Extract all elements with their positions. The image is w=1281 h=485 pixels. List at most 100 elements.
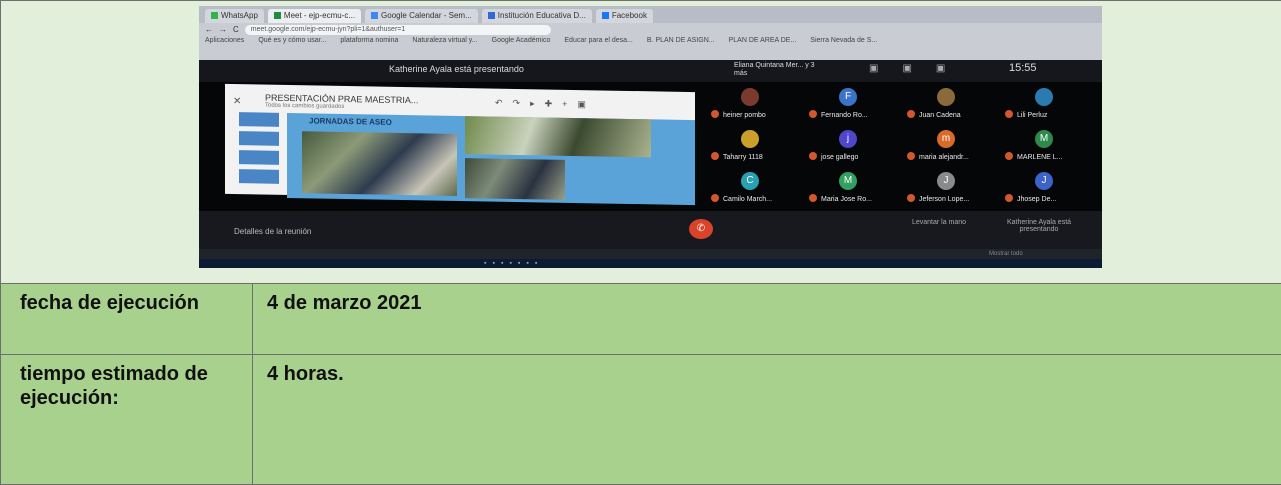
others-text: Eliana Quintana Mer... y 3 más: [734, 62, 824, 78]
bookmark: Qué es y cómo usar...: [258, 36, 326, 46]
bookmark: Educar para el desa...: [564, 36, 633, 46]
browser-tab-active: Meet - ejp-ecmu-c...: [268, 9, 361, 23]
bookmark: Google Académico: [492, 36, 551, 46]
slide-photo: [465, 158, 565, 200]
participant-tile: JJeferson Lope...: [907, 170, 1005, 210]
participant-name: Juan Cadena: [919, 112, 961, 119]
avatar: m: [937, 130, 955, 148]
bookmarks-bar: Aplicaciones Qué es y cómo usar... plata…: [199, 36, 1102, 46]
calendar-icon: [371, 12, 378, 19]
current-slide: JORNADAS DE ASEO: [287, 113, 695, 205]
slide-thumbnail: [239, 131, 279, 146]
mic-off-icon: [907, 194, 915, 202]
participant-name: maria alejandr...: [919, 154, 969, 161]
mic-off-icon: [907, 110, 915, 118]
participant-tile: heiner pombo: [711, 86, 809, 126]
meet-controls-bar: Detalles de la reunión ✆ Levantar la man…: [199, 211, 1102, 249]
participant-tile: J Jhosep De...: [1005, 170, 1102, 210]
avatar: M: [1035, 130, 1053, 148]
mic-off-icon: [1005, 194, 1013, 202]
url-box: meet.google.com/ejp-ecmu-jyn?pli=1&authu…: [245, 25, 551, 35]
participant-name: Jhosep De...: [1017, 196, 1056, 203]
facebook-icon: [602, 12, 609, 19]
slide-thumbnails: [239, 112, 283, 189]
mic-off-icon: [809, 152, 817, 160]
avatar: j: [839, 130, 857, 148]
close-icon: ✕: [233, 96, 241, 107]
mic-off-icon: [809, 110, 817, 118]
taskbar-app-icons: ▪▪▪▪▪▪▪: [484, 260, 543, 267]
back-arrow-icon: ←: [205, 25, 213, 34]
photo-cell: WhatsApp Meet - ejp-ecmu-c... Google Cal…: [1, 1, 1281, 284]
show-all-label: Mostrar todo: [989, 249, 1023, 259]
avatar: [741, 130, 759, 148]
document-table: WhatsApp Meet - ejp-ecmu-c... Google Cal…: [0, 0, 1281, 485]
mic-off-icon: [907, 152, 915, 160]
participant-tile: M MARLENE L...: [1005, 128, 1102, 168]
presentation-tools: ↶↷▸✚+▣: [495, 98, 596, 111]
participant-tile: M Maria Jose Ro...: [809, 170, 907, 210]
slide-title: JORNADAS DE ASEO: [309, 116, 392, 126]
presenting-label: Katherine Ayala está presentando: [999, 219, 1079, 233]
participant-name: Camilo March...: [723, 196, 772, 203]
avatar: J: [1035, 172, 1053, 190]
bookmark: plataforma nomina: [340, 36, 398, 46]
slide-photo: [465, 116, 651, 157]
participant-tile: m maria alejandr...: [907, 128, 1005, 168]
row-value-tiempo: 4 horas.: [253, 355, 1281, 485]
raise-hand-label: Levantar la mano: [904, 219, 974, 226]
avatar: [1035, 88, 1053, 106]
browser-tab: WhatsApp: [205, 9, 264, 23]
avatar: M: [839, 172, 857, 190]
participant-tile: Lili Perluz: [1005, 86, 1102, 126]
windows-taskbar: ▪▪▪▪▪▪▪: [199, 259, 1102, 268]
school-icon: [488, 12, 495, 19]
participant-tile: j jose gallego: [809, 128, 907, 168]
bookmark: Aplicaciones: [205, 36, 244, 46]
address-bar-row: ← → C meet.google.com/ejp-ecmu-jyn?pli=1…: [199, 23, 1102, 36]
forward-arrow-icon: →: [219, 25, 227, 34]
presentation-panel: ✕ PRESENTACIÓN PRAE MAESTRIA... Todos lo…: [225, 84, 695, 202]
presentation-subtitle: Todos los cambios guardados: [265, 103, 344, 110]
presenting-text: Katherine Ayala está presentando: [389, 64, 524, 74]
participant-name: heiner pombo: [723, 112, 766, 119]
browser-tab: Google Calendar - Sem...: [365, 9, 478, 23]
row-value-fecha: 4 de marzo 2021: [253, 284, 1281, 355]
downloads-bar: Mostrar todo: [199, 249, 1102, 259]
clock: 15:55: [1009, 62, 1037, 74]
bookmark: Naturaleza virtual y...: [412, 36, 477, 46]
participant-name: Maria Jose Ro...: [821, 196, 872, 203]
mic-off-icon: [1005, 110, 1013, 118]
reload-icon: C: [233, 25, 239, 34]
participant-name: Taharry 1118: [723, 154, 763, 161]
browser-chrome: WhatsApp Meet - ejp-ecmu-c... Google Cal…: [199, 6, 1102, 60]
participants-grid: heiner pombo F Fernando Ro... Juan Cadena…: [711, 86, 1102, 216]
bookmark: Sierra Nevada de S...: [810, 36, 877, 46]
row-label-tiempo: tiempo estimado de ejecución:: [1, 355, 253, 485]
meeting-details-label: Detalles de la reunión: [234, 227, 311, 236]
slide-thumbnail: [239, 150, 279, 165]
meeting-screenshot-photo: WhatsApp Meet - ejp-ecmu-c... Google Cal…: [199, 6, 1102, 268]
browser-tab: Institución Educativa D...: [482, 9, 592, 23]
bookmark: PLAN DE AREA DE...: [729, 36, 797, 46]
participant-name: Jeferson Lope...: [919, 196, 969, 203]
participant-name: MARLENE L...: [1017, 154, 1063, 161]
participant-name: Lili Perluz: [1017, 112, 1047, 119]
mic-off-icon: [809, 194, 817, 202]
slide-photo: [302, 131, 457, 196]
avatar: [741, 88, 759, 106]
row-label-fecha: fecha de ejecución: [1, 284, 253, 355]
participant-tile: Juan Cadena: [907, 86, 1005, 126]
meet-header-icons: ▣▣▣: [869, 63, 969, 74]
slide-thumbnail: [239, 169, 279, 184]
meet-header: Katherine Ayala está presentando Eliana …: [199, 60, 1102, 82]
avatar: F: [839, 88, 857, 106]
bookmark: B. PLAN DE ASIGN...: [647, 36, 715, 46]
participant-tile: Taharry 1118: [711, 128, 809, 168]
avatar: [937, 88, 955, 106]
slide-thumbnail: [239, 112, 279, 127]
avatar: C: [741, 172, 759, 190]
browser-tabs: WhatsApp Meet - ejp-ecmu-c... Google Cal…: [199, 6, 1102, 23]
participant-name: Fernando Ro...: [821, 112, 868, 119]
participant-name: jose gallego: [821, 154, 858, 161]
